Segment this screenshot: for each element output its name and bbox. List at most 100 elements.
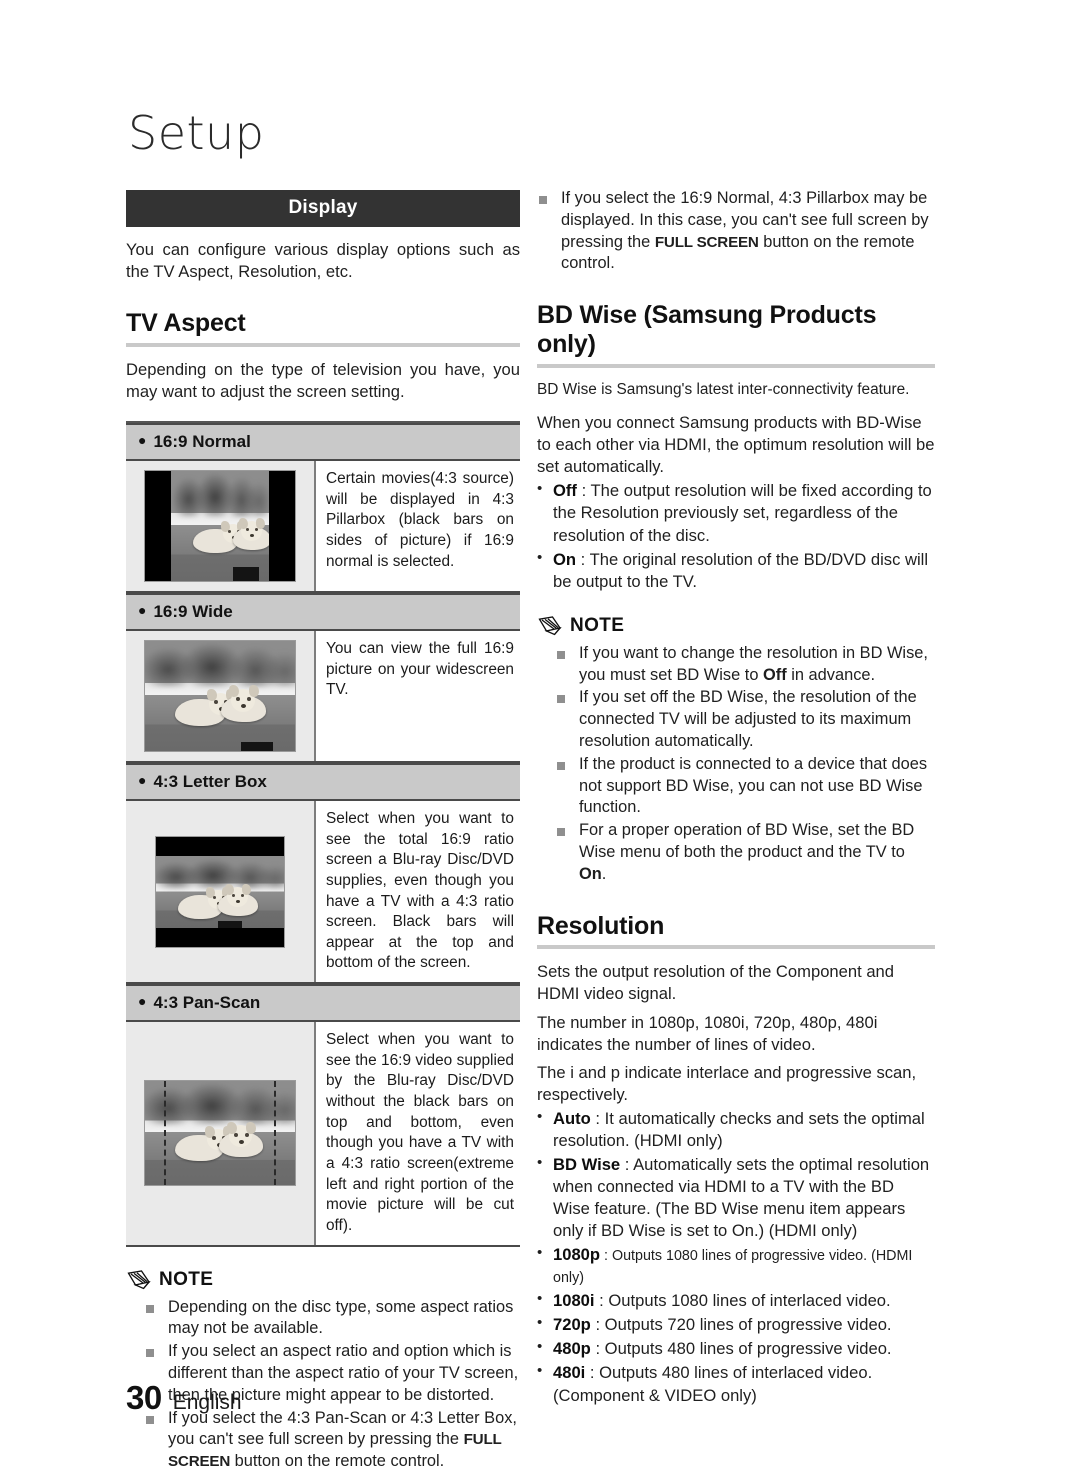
list-item: 720p : Outputs 720 lines of progressive … [537,1313,935,1336]
section-header-display: Display [126,190,520,227]
option-separator: : [576,481,591,501]
bd-wise-note-list: If you want to change the resolution in … [537,643,935,886]
aspect-illustration-full [126,631,316,761]
button-name-full-screen: FULL SCREEN [654,233,759,251]
heading-bd-wise: BD Wise (Samsung Products only) [537,301,877,358]
heading-rule [126,342,520,347]
heading-tv-aspect: TV Aspect [126,309,246,338]
heading-resolution: Resolution [537,911,665,940]
note-item: If the product is connected to a device … [555,754,935,819]
list-item: 1080p : Outputs 1080 lines of progressiv… [537,1243,935,1288]
page-number: 30 [126,1379,162,1416]
tv-aspect-table: ● 16:9 Normal Certain movies(4:3 source)… [126,421,520,1247]
aspect-illustration-panscan [126,1022,316,1245]
pencil-icon [538,616,562,636]
table-row-header: ● 16:9 Normal [126,423,520,461]
note-item: If you want to change the resolution in … [555,643,935,687]
list-item: On : The original resolution of the BD/D… [537,548,935,593]
note-text-prefix: For a proper operation of BD Wise, set t… [579,821,915,862]
note-text-prefix: If you want to change the resolution in … [579,643,928,684]
manual-page: Setup Display You can configure various … [0,0,1080,1479]
resolution-paragraph: The i and p indicate interlace and progr… [537,1062,917,1104]
resolution-paragraph: The number in 1080p, 1080i, 720p, 480p, … [537,1012,878,1054]
bd-wise-body-text: When you connect Samsung products with B… [537,413,935,477]
display-intro-text: You can configure various display option… [126,240,520,282]
bd-wise-option-list: Off : The output resolution will be fixe… [537,479,935,593]
list-item: BD Wise : Automatically sets the optimal… [537,1153,935,1242]
bullet-icon: ● [138,772,147,788]
option-separator: : [594,1291,609,1311]
list-item: 480p : Outputs 480 lines of progressive … [537,1337,935,1360]
bullet-icon: ● [138,993,147,1010]
aspect-illustration-letterbox [126,801,316,983]
row-label: 4:3 Pan-Scan [153,993,261,1013]
heading-rule [537,945,935,950]
row-label: 16:9 Wide [153,602,233,621]
option-name: 1080i [553,1291,595,1311]
note-item: Depending on the disc type, some aspect … [144,1297,520,1341]
bullet-icon: ● [138,602,147,618]
option-description: Outputs 720 lines of progressive video. [604,1315,892,1335]
page-title: Setup [128,106,265,160]
note-label: NOTE [159,1268,214,1290]
aspect-illustration-pillarbox [126,461,316,591]
top-note-list: If you select the 16:9 Normal, 4:3 Pilla… [537,188,935,275]
list-item: 480i : Outputs 480 lines of interlaced v… [537,1361,935,1406]
option-description: The output resolution will be fixed acco… [553,481,932,545]
option-description: Outputs 1080 lines of interlaced video. [608,1291,891,1311]
option-separator: : [590,1339,605,1359]
option-description: Outputs 480 lines of progressive video. [604,1339,892,1359]
option-name: On [553,549,577,569]
page-footer: 30 English [126,1379,242,1417]
row-label: 16:9 Normal [153,432,251,451]
list-item: 1080i : Outputs 1080 lines of interlaced… [537,1289,935,1312]
option-name: Auto [553,1108,591,1128]
option-separator: : [585,1363,600,1383]
table-row-header: ● 4:3 Pan-Scan [126,984,520,1023]
row-description: Certain movies(4:3 source) will be displ… [316,461,520,591]
value-off: Off [763,665,787,684]
list-item: Auto : It automatically checks and sets … [537,1107,935,1152]
table-row: Select when you want to see the 16:9 vid… [126,1022,520,1247]
row-description: Select when you want to see the 16:9 vid… [316,1022,520,1245]
note-text-suffix: . [601,864,607,883]
pencil-icon [127,1269,151,1289]
crop-guide-left [164,1081,166,1186]
option-separator: : [590,1315,605,1335]
option-separator: : [600,1248,612,1265]
note-header: NOTE [537,615,935,637]
note-text-suffix: button on the remote control. [230,1452,445,1471]
option-separator: : [620,1154,634,1174]
note-item: If you select the 4:3 Pan-Scan or 4:3 Le… [144,1408,520,1473]
list-item: Off : The output resolution will be fixe… [537,479,935,546]
table-row: You can view the full 16:9 picture on yo… [126,631,520,763]
page-language: English [172,1391,242,1414]
note-item: If you set off the BD Wise, the resoluti… [555,687,935,752]
note-header: NOTE [126,1269,520,1291]
table-row-header: ● 4:3 Letter Box [126,763,520,801]
option-name: 480i [553,1363,586,1383]
option-description: The original resolution of the BD/DVD di… [553,549,929,591]
option-name: 720p [553,1315,591,1335]
note-text-suffix: in advance. [786,665,876,684]
option-name: 480p [553,1339,591,1359]
right-column: If you select the 16:9 Normal, 4:3 Pilla… [537,188,935,1407]
table-row: Select when you want to see the total 16… [126,801,520,985]
row-description: Select when you want to see the total 16… [316,801,520,983]
note-item: If you select the 16:9 Normal, 4:3 Pilla… [537,188,935,275]
option-name: 1080p [553,1245,601,1265]
option-separator: : [576,549,590,569]
option-description: Outputs 480 lines of interlaced video. (… [553,1363,873,1405]
resolution-option-list: Auto : It automatically checks and sets … [537,1107,935,1407]
option-name: BD Wise [553,1154,621,1174]
option-name: Off [553,481,577,501]
option-separator: : [590,1108,605,1128]
resolution-paragraph: Sets the output resolution of the Compon… [537,962,895,1004]
row-description: You can view the full 16:9 picture on yo… [316,631,520,761]
bd-wise-lead-text: BD Wise is Samsung's latest inter-connec… [537,380,910,398]
value-on: On [579,864,602,883]
tv-aspect-intro-text: Depending on the type of television you … [126,359,520,401]
heading-rule [537,363,935,368]
bullet-icon: ● [138,432,147,448]
left-column: Setup Display You can configure various … [126,110,520,1474]
